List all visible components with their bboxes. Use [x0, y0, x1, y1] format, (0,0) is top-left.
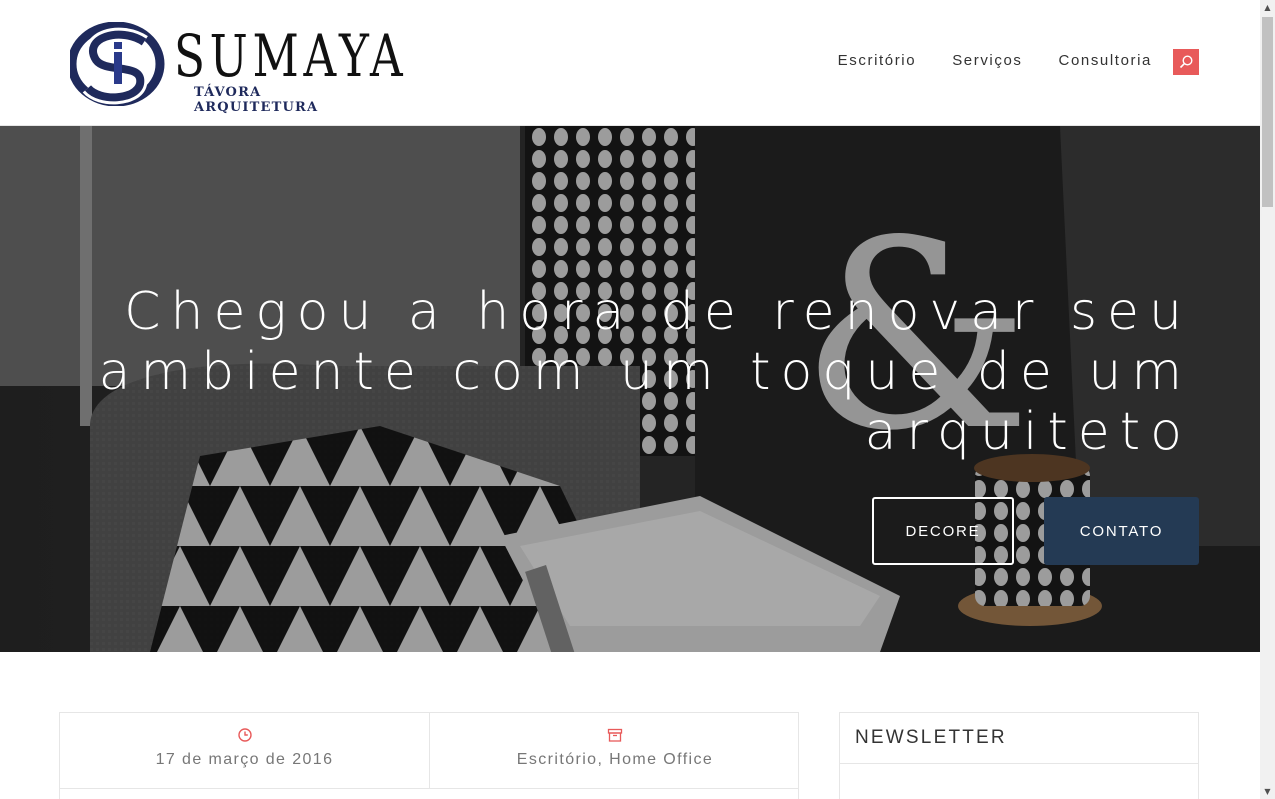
nav-item-consultoria[interactable]: Consultoria	[1059, 52, 1152, 69]
logo-wordmark: SUMAYA	[174, 22, 408, 90]
post-categories[interactable]: Escritório, Home Office	[430, 751, 800, 769]
hero-title: Chegou a hora de renovar seu ambiente co…	[98, 282, 1192, 462]
logo-tagline: TÁVORA ARQUITETURA	[194, 85, 319, 115]
decore-button[interactable]: DECORE	[872, 497, 1014, 565]
widget-divider	[840, 763, 1198, 764]
post-date-cell: 17 de março de 2016	[60, 713, 430, 789]
archive-icon	[607, 728, 623, 742]
page-scrollbar[interactable]: ▲ ▼	[1260, 0, 1275, 799]
clock-icon	[237, 728, 252, 742]
site-header: SUMAYA TÁVORA ARQUITETURA Escritório Ser…	[0, 0, 1260, 126]
scroll-up-arrow-icon[interactable]: ▲	[1260, 0, 1275, 15]
scroll-thumb[interactable]	[1262, 17, 1273, 207]
logo-mark-icon	[70, 22, 165, 106]
post-date: 17 de março de 2016	[155, 751, 334, 768]
meta-divider	[60, 788, 798, 789]
scroll-down-arrow-icon[interactable]: ▼	[1260, 784, 1275, 799]
main-nav: Escritório Serviços Consultoria	[838, 52, 1152, 69]
newsletter-widget: NEWSLETTER	[839, 712, 1199, 799]
site-logo[interactable]: SUMAYA TÁVORA ARQUITETURA	[70, 22, 403, 115]
search-icon	[1179, 55, 1193, 69]
contato-button[interactable]: CONTATO	[1044, 497, 1199, 565]
post-meta: 17 de março de 2016 Escritório, Home Off…	[59, 712, 799, 799]
nav-item-servicos[interactable]: Serviços	[952, 52, 1022, 69]
widget-title: NEWSLETTER	[855, 727, 1007, 748]
nav-item-escritorio[interactable]: Escritório	[838, 52, 917, 69]
post-categories-cell: Escritório, Home Office	[430, 713, 800, 789]
hero-banner: & Chegou a hora de renovar seu ambiente …	[0, 126, 1260, 652]
search-button[interactable]	[1173, 49, 1199, 75]
